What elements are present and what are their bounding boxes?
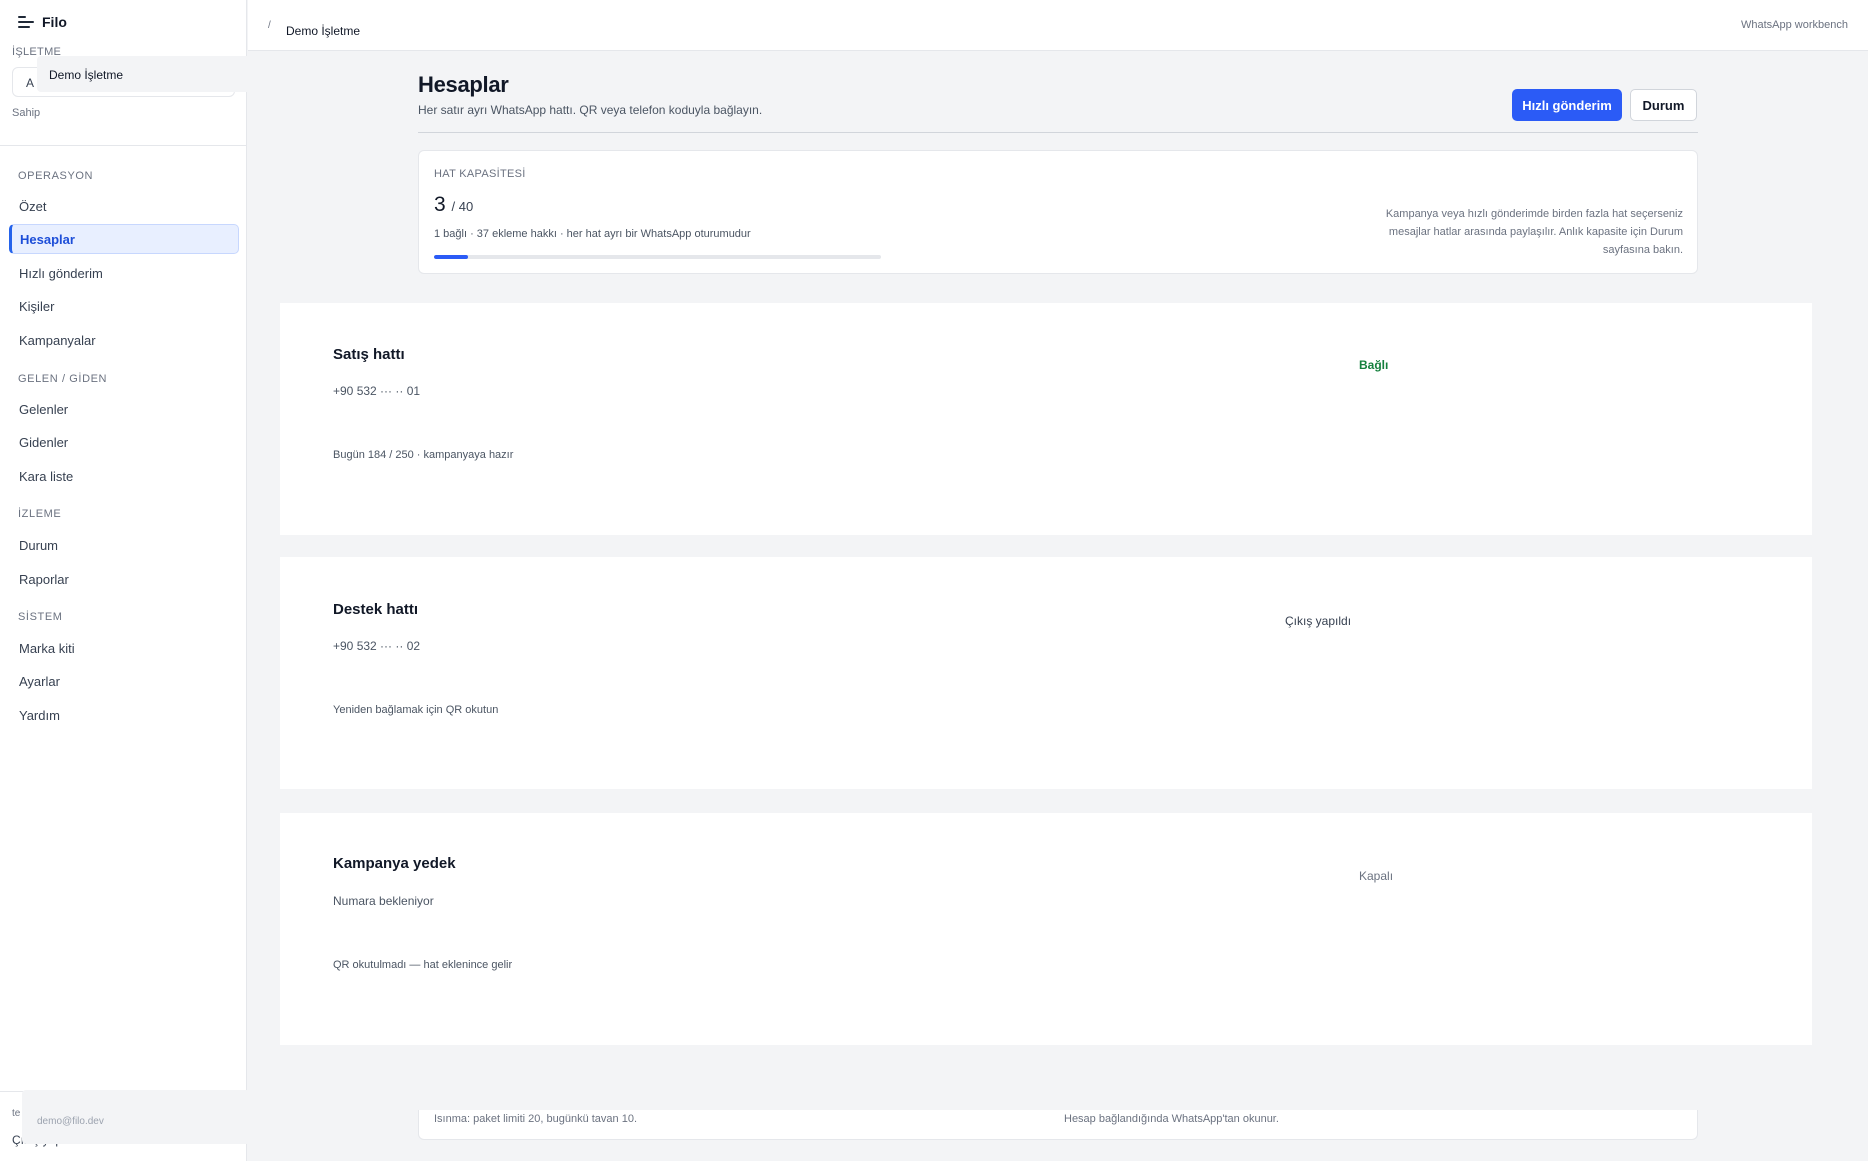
sidebar-item-gelenler[interactable]: Gelenler: [9, 394, 239, 424]
account-phone: Numara bekleniyor: [333, 894, 434, 908]
sidebar-item-ozet[interactable]: Özet: [9, 191, 239, 221]
capacity-card: HAT KAPASİTESİ 3 / 40 1 bağlı · 37 eklem…: [418, 150, 1698, 274]
capacity-used: 3: [434, 193, 446, 216]
status-button[interactable]: Durum: [1630, 89, 1697, 121]
user-email: demo@filo.dev: [37, 1116, 104, 1127]
nav-group-izleme: İZLEME: [18, 508, 62, 520]
sidebar-item-durum[interactable]: Durum: [9, 530, 239, 560]
account-phone: +90 532 ··· ·· 02: [333, 639, 421, 653]
business-option[interactable]: Demo İşletme: [37, 56, 252, 92]
status-badge: Çıkış yapıldı: [1285, 614, 1352, 628]
page-title: Hesaplar: [418, 72, 509, 97]
capacity-total: / 40: [451, 199, 474, 214]
capacity-progress-fill: [434, 255, 468, 259]
page-subtitle: Her satır ayrı WhatsApp hattı. QR veya t…: [418, 103, 763, 117]
warmup-card: Isınma: paket limiti 20, bugünkü tavan 1…: [418, 1110, 1698, 1140]
capacity-progress-bar: [434, 255, 881, 259]
sidebar-item-hesaplar[interactable]: Hesaplar: [9, 224, 239, 254]
business-option-label: Demo İşletme: [49, 68, 124, 82]
sidebar-item-kampanyalar[interactable]: Kampanyalar: [9, 325, 239, 355]
capacity-value: 3 / 40: [434, 193, 473, 217]
account-meta: QR okutulmadı — hat eklenince gelir: [333, 959, 513, 971]
workbench-label: WhatsApp workbench: [1741, 19, 1848, 31]
account-meta: Yeniden bağlamak için QR okutun: [333, 704, 499, 716]
account-row[interactable]: Destek hattı +90 532 ··· ·· 02 Yeniden b…: [280, 557, 1812, 789]
header-divider: [418, 132, 1698, 133]
capacity-note: Kampanya veya hızlı gönderimde birden fa…: [1385, 208, 1683, 256]
account-row[interactable]: Kampanya yedek Numara bekleniyor QR okut…: [280, 813, 1812, 1045]
status-badge: Kapalı: [1359, 869, 1394, 883]
account-name: Satış hattı: [333, 346, 405, 363]
account-meta: Bugün 184 / 250 · kampanyaya hazır: [333, 449, 514, 461]
sidebar-divider: [0, 145, 247, 146]
sidebar-item-kara-liste[interactable]: Kara liste: [9, 461, 239, 491]
warmup-note: Isınma: paket limiti 20, bugünkü tavan 1…: [434, 1113, 638, 1125]
account-phone: +90 532 ··· ·· 01: [333, 384, 421, 398]
sidebar-item-raporlar[interactable]: Raporlar: [9, 564, 239, 594]
sidebar-item-yardim[interactable]: Yardım: [9, 700, 239, 730]
breadcrumb[interactable]: Demo İşletme: [286, 24, 360, 38]
breadcrumb-separator: /: [268, 20, 271, 31]
menu-icon[interactable]: [18, 15, 34, 29]
brand-name: Filo: [42, 14, 67, 30]
nav-group-operasyon: OPERASYON: [18, 170, 94, 182]
topbar: / Demo İşletme WhatsApp workbench: [248, 0, 1868, 51]
capacity-label: HAT KAPASİTESİ: [434, 168, 526, 180]
sidebar-item-marka-kiti[interactable]: Marka kiti: [9, 633, 239, 663]
account-name: Destek hattı: [333, 601, 419, 618]
sidebar-item-kisiler[interactable]: Kişiler: [9, 291, 239, 321]
business-role: Sahip: [12, 107, 41, 119]
nav-group-sistem: SİSTEM: [18, 611, 63, 623]
user-popover: demo@filo.dev: [22, 1090, 250, 1144]
capacity-detail: 1 bağlı · 37 ekleme hakkı · her hat ayrı…: [434, 228, 751, 240]
read-note: Hesap bağlandığında WhatsApp'tan okunur.: [1064, 1113, 1279, 1125]
sidebar-item-gidenler[interactable]: Gidenler: [9, 427, 239, 457]
status-badge: Bağlı: [1359, 358, 1389, 372]
sidebar-item-hizli-gonderim[interactable]: Hızlı gönderim: [9, 258, 239, 288]
brand[interactable]: Filo: [18, 14, 67, 30]
nav-group-gelen-giden: GELEN / GİDEN: [18, 373, 108, 385]
business-avatar: A: [26, 76, 35, 90]
account-name: Kampanya yedek: [333, 855, 456, 872]
sidebar: Filo İŞLETME A Demo İşletme Sahip OPERAS…: [0, 0, 252, 1161]
quick-send-button[interactable]: Hızlı gönderim: [1512, 89, 1622, 121]
sidebar-user-label: te: [12, 1108, 21, 1119]
sidebar-item-ayarlar[interactable]: Ayarlar: [9, 666, 239, 696]
account-row[interactable]: Satış hattı +90 532 ··· ·· 01 Bugün 184 …: [280, 303, 1812, 535]
